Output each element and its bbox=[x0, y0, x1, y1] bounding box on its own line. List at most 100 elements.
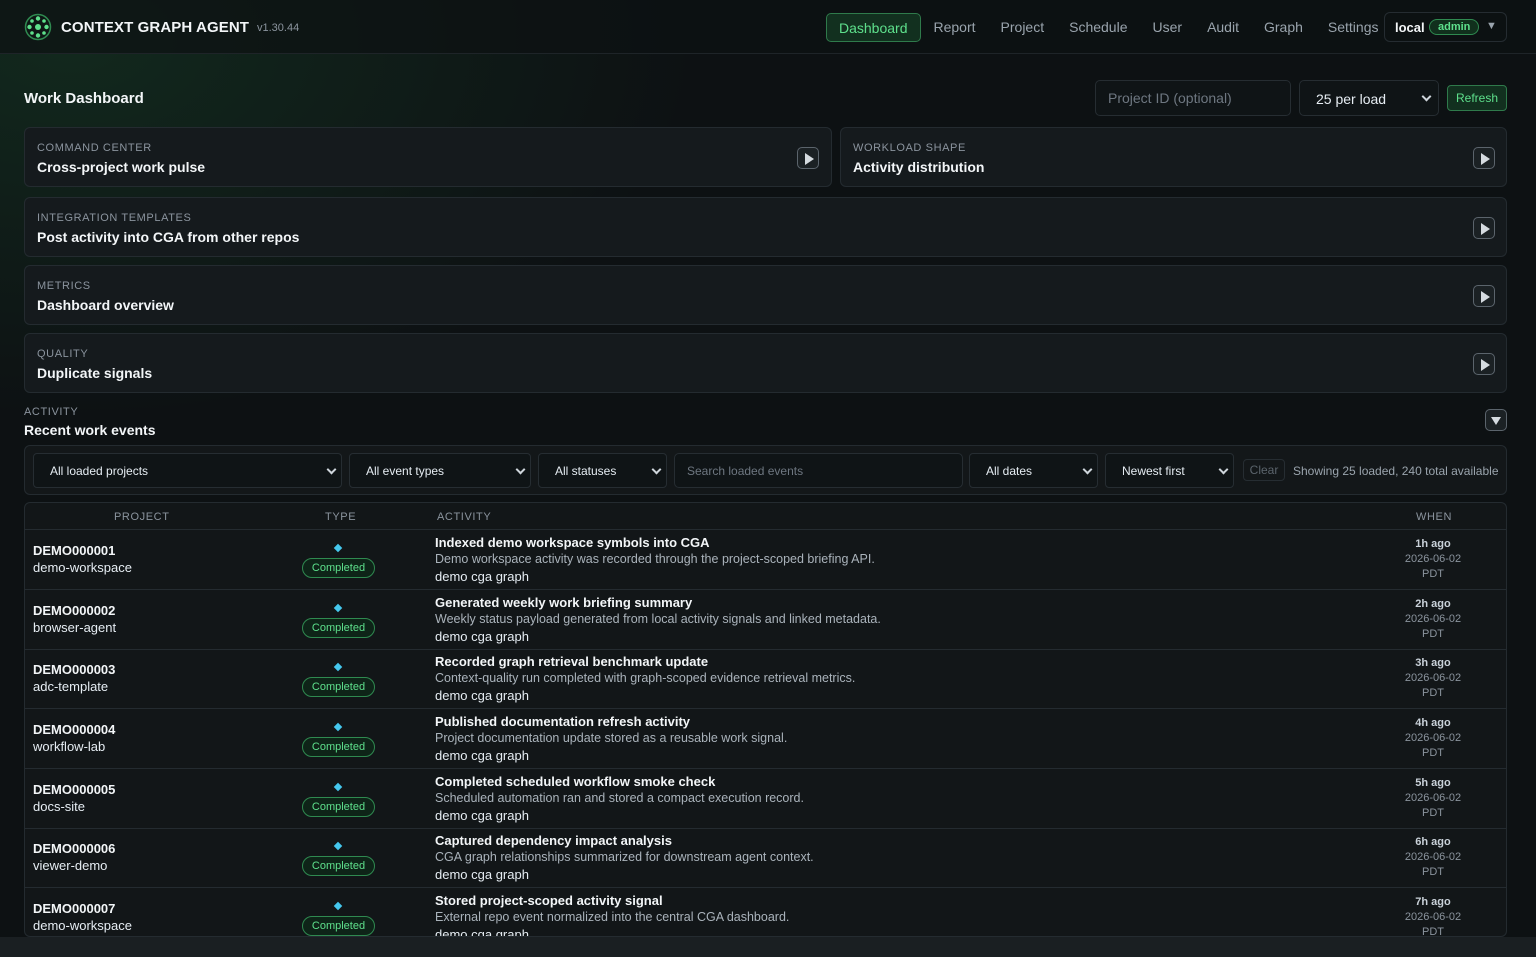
caret-down-icon: ▼ bbox=[1486, 20, 1497, 32]
panel-title: Post activity into CGA from other repos bbox=[37, 229, 300, 245]
panel-title: Activity distribution bbox=[853, 159, 985, 175]
relative-time: 5h ago bbox=[1415, 777, 1451, 789]
nav-dashboard[interactable]: Dashboard bbox=[826, 13, 921, 42]
main-nav: Dashboard Report Project Schedule User A… bbox=[826, 13, 1392, 42]
event-type-icon bbox=[333, 722, 343, 732]
sort-select[interactable]: Newest first bbox=[1105, 453, 1234, 488]
column-project: PROJECT bbox=[114, 511, 170, 523]
timezone: PDT bbox=[1422, 807, 1444, 819]
chevron-down-icon bbox=[326, 464, 337, 475]
panel-kicker: METRICS bbox=[37, 280, 91, 292]
project-id: DEMO000004 bbox=[33, 722, 116, 737]
chevron-down-icon bbox=[515, 464, 526, 475]
event-date: 2026-06-02 bbox=[1404, 792, 1462, 804]
activity-title: Stored project-scoped activity signal bbox=[435, 893, 663, 908]
panel-command-center[interactable]: COMMAND CENTER Cross-project work pulse bbox=[24, 127, 832, 187]
play-icon[interactable] bbox=[1473, 147, 1495, 169]
event-date: 2026-06-02 bbox=[1404, 732, 1462, 744]
panel-title: Cross-project work pulse bbox=[37, 159, 206, 175]
nav-audit[interactable]: Audit bbox=[1195, 13, 1251, 42]
table-row[interactable]: DEMO000002 browser-agent Completed Gener… bbox=[25, 590, 1506, 650]
nav-report[interactable]: Report bbox=[922, 13, 988, 42]
activity-title: Recorded graph retrieval benchmark updat… bbox=[435, 654, 709, 669]
event-type-icon bbox=[333, 782, 343, 792]
activity-description: Weekly status payload generated from loc… bbox=[435, 612, 881, 626]
nav-graph[interactable]: Graph bbox=[1252, 13, 1315, 42]
activity-tags: demo cga graph bbox=[435, 867, 529, 882]
project-id: DEMO000001 bbox=[33, 543, 116, 558]
project-name: browser-agent bbox=[33, 620, 117, 635]
relative-time: 4h ago bbox=[1415, 717, 1451, 729]
chevron-down-icon bbox=[651, 464, 662, 475]
event-date: 2026-06-02 bbox=[1404, 672, 1462, 684]
column-type: TYPE bbox=[325, 511, 357, 523]
project-name: demo-workspace bbox=[33, 560, 132, 575]
table-row[interactable]: DEMO000001 demo-workspace Completed Inde… bbox=[25, 530, 1506, 590]
timezone: PDT bbox=[1422, 568, 1444, 580]
nav-project[interactable]: Project bbox=[989, 13, 1057, 42]
search-events-input[interactable] bbox=[674, 453, 963, 488]
timezone: PDT bbox=[1422, 926, 1444, 937]
activity-title: Captured dependency impact analysis bbox=[435, 833, 672, 848]
activity-description: Context-quality run completed with graph… bbox=[435, 671, 856, 685]
horizontal-scrollbar[interactable] bbox=[0, 937, 1536, 957]
results-count: Showing 25 loaded, 240 total available bbox=[1293, 464, 1499, 478]
relative-time: 2h ago bbox=[1415, 598, 1451, 610]
nav-settings[interactable]: Settings bbox=[1316, 13, 1391, 42]
panel-kicker: QUALITY bbox=[37, 348, 89, 360]
table-row[interactable]: DEMO000004 workflow-lab Completed Publis… bbox=[25, 709, 1506, 769]
relative-time: 1h ago bbox=[1415, 538, 1451, 550]
user-menu[interactable]: local admin ▼ bbox=[1384, 12, 1507, 42]
event-type-filter-select[interactable]: All event types bbox=[349, 453, 531, 488]
clear-filters-button[interactable]: Clear bbox=[1243, 459, 1285, 481]
status-badge: Completed bbox=[302, 677, 375, 697]
collapse-activity-button[interactable] bbox=[1485, 409, 1507, 431]
relative-time: 7h ago bbox=[1415, 896, 1451, 908]
nav-user[interactable]: User bbox=[1141, 13, 1195, 42]
play-icon[interactable] bbox=[1473, 285, 1495, 307]
status-badge: Completed bbox=[302, 916, 375, 936]
date-filter-select[interactable]: All dates bbox=[969, 453, 1098, 488]
project-filter-value: All loaded projects bbox=[50, 464, 149, 478]
play-icon[interactable] bbox=[1473, 217, 1495, 239]
table-row[interactable]: DEMO000007 demo-workspace Completed Stor… bbox=[25, 888, 1506, 937]
refresh-button[interactable]: Refresh bbox=[1447, 85, 1507, 111]
activity-tags: demo cga graph bbox=[435, 569, 529, 584]
panel-quality[interactable]: QUALITY Duplicate signals bbox=[24, 333, 1507, 393]
panel-kicker: INTEGRATION TEMPLATES bbox=[37, 212, 192, 224]
event-type-filter-value: All event types bbox=[366, 464, 445, 478]
play-icon[interactable] bbox=[797, 147, 819, 169]
activity-description: Demo workspace activity was recorded thr… bbox=[435, 552, 875, 566]
panel-kicker: COMMAND CENTER bbox=[37, 142, 152, 154]
project-id: DEMO000002 bbox=[33, 603, 116, 618]
nav-schedule[interactable]: Schedule bbox=[1057, 13, 1139, 42]
role-badge: admin bbox=[1429, 19, 1480, 35]
panel-metrics[interactable]: METRICS Dashboard overview bbox=[24, 265, 1507, 325]
status-badge: Completed bbox=[302, 558, 375, 578]
activity-tags: demo cga graph bbox=[435, 808, 529, 823]
table-row[interactable]: DEMO000005 docs-site Completed Completed… bbox=[25, 769, 1506, 829]
relative-time: 3h ago bbox=[1415, 657, 1451, 669]
activity-description: CGA graph relationships summarized for d… bbox=[435, 850, 814, 864]
panel-integration-templates[interactable]: INTEGRATION TEMPLATES Post activity into… bbox=[24, 197, 1507, 257]
panel-workload-shape[interactable]: WORKLOAD SHAPE Activity distribution bbox=[840, 127, 1507, 187]
activity-description: Scheduled automation ran and stored a co… bbox=[435, 791, 804, 805]
date-filter-value: All dates bbox=[986, 464, 1033, 478]
event-type-icon bbox=[333, 603, 343, 613]
table-row[interactable]: DEMO000006 viewer-demo Completed Capture… bbox=[25, 828, 1506, 888]
project-id-input[interactable] bbox=[1095, 80, 1291, 116]
app-version: v1.30.44 bbox=[257, 22, 300, 34]
status-filter-value: All statuses bbox=[555, 464, 617, 478]
per-load-value: 25 per load bbox=[1316, 91, 1387, 107]
activity-tags: demo cga graph bbox=[435, 688, 529, 703]
status-badge: Completed bbox=[302, 797, 375, 817]
per-load-select[interactable]: 25 per load bbox=[1299, 80, 1439, 116]
status-filter-select[interactable]: All statuses bbox=[538, 453, 667, 488]
column-when: WHEN bbox=[1416, 511, 1453, 523]
events-table: PROJECT TYPE ACTIVITY WHEN DEMO000001 de… bbox=[24, 502, 1507, 937]
project-id: DEMO000007 bbox=[33, 901, 116, 916]
table-row[interactable]: DEMO000003 adc-template Completed Record… bbox=[25, 649, 1506, 709]
project-name: docs-site bbox=[33, 799, 86, 814]
play-icon[interactable] bbox=[1473, 353, 1495, 375]
project-filter-select[interactable]: All loaded projects bbox=[33, 453, 342, 488]
